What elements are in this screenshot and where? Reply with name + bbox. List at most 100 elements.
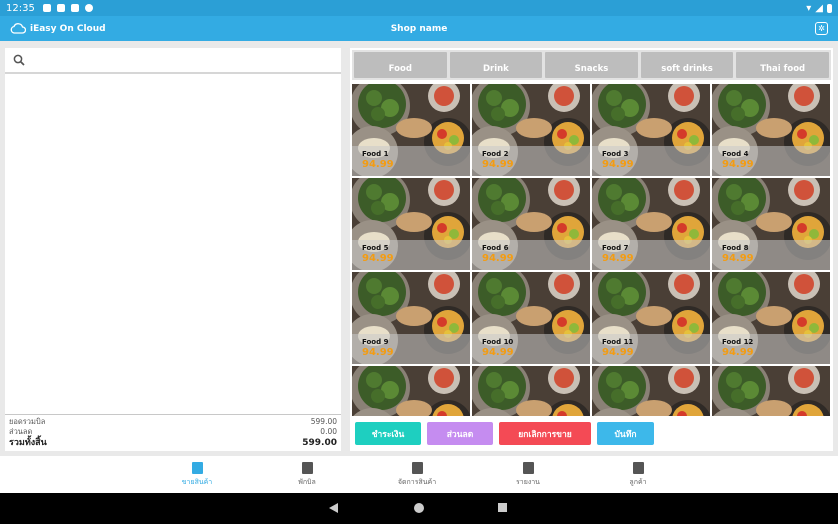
product-price: 94.99 <box>602 347 634 358</box>
nav-label: รายงาน <box>516 478 540 486</box>
product-price: 94.99 <box>362 347 394 358</box>
recent-apps-icon[interactable] <box>498 503 507 512</box>
product-tile[interactable]: Food 1 94.99 <box>352 84 470 176</box>
app-bar: iEasy On Cloud Shop name ✲ <box>0 16 838 41</box>
settings-icon[interactable]: ✲ <box>815 22 828 35</box>
product-label: Food 7 94.99 <box>592 240 710 270</box>
product-grid: Food 1 94.99 Food 2 94.99 Food 3 94.99 F… <box>352 84 831 416</box>
product-price: 94.99 <box>602 253 634 264</box>
customer-icon <box>632 462 644 474</box>
signal-icon: ◢ <box>815 2 823 14</box>
discount-label: ส่วนลด <box>9 427 33 436</box>
product-tile[interactable] <box>592 366 710 416</box>
product-price: 94.99 <box>362 253 394 264</box>
product-name: Food 2 <box>482 150 509 158</box>
brand-name: iEasy On Cloud <box>30 23 106 34</box>
grand-total-value: 599.00 <box>302 438 337 448</box>
brand: iEasy On Cloud <box>10 23 106 34</box>
product-label: Food 11 94.99 <box>592 334 710 364</box>
product-name: Food 10 <box>482 338 514 346</box>
category-tab[interactable]: Snacks <box>545 52 638 78</box>
category-tabs: Food Drink Snacks soft drinks Thai food <box>352 50 831 80</box>
subtotal-label: ยอดรวมบิล <box>9 417 46 426</box>
product-label: Food 3 94.99 <box>592 146 710 176</box>
cart-panel: ยอดรวมบิล 599.00 ส่วนลด 0.00 รวมทั้งสิ้น… <box>5 48 341 451</box>
product-price: 94.99 <box>482 253 514 264</box>
search-input[interactable] <box>31 54 333 66</box>
product-name: Food 9 <box>362 338 389 346</box>
product-tile[interactable] <box>472 366 590 416</box>
wifi-icon: ▾ <box>806 2 812 14</box>
pay-button[interactable]: ชำระเงิน <box>355 422 421 445</box>
status-bar: 12:35 ▾ ◢ <box>0 0 838 16</box>
totals: ยอดรวมบิล 599.00 ส่วนลด 0.00 รวมทั้งสิ้น… <box>5 414 341 451</box>
product-label: Food 9 94.99 <box>352 334 470 364</box>
product-label: Food 8 94.99 <box>712 240 830 270</box>
search-icon <box>13 54 25 66</box>
product-price: 94.99 <box>722 347 754 358</box>
product-price: 94.99 <box>722 253 754 264</box>
cloud-icon <box>10 23 26 34</box>
product-label: Food 12 94.99 <box>712 334 830 364</box>
nav-label: พักบิล <box>298 478 316 486</box>
food-image <box>352 366 470 416</box>
nav-label: ขายสินค้า <box>181 478 213 486</box>
nav-reports[interactable]: รายงาน <box>498 462 558 488</box>
discount-row: ส่วนลด 0.00 <box>9 427 337 437</box>
location-icon <box>42 4 51 12</box>
home-icon[interactable] <box>414 503 424 513</box>
product-tile[interactable]: Food 7 94.99 <box>592 178 710 270</box>
product-tile[interactable]: Food 6 94.99 <box>472 178 590 270</box>
product-tile[interactable]: Food 2 94.99 <box>472 84 590 176</box>
cancel-sale-button[interactable]: ยกเลิกการขาย <box>499 422 591 445</box>
nav-label: ลูกค้า <box>629 478 647 486</box>
product-price: 94.99 <box>482 347 514 358</box>
product-price: 94.99 <box>362 159 394 170</box>
discount-button[interactable]: ส่วนลด <box>427 422 493 445</box>
category-tab[interactable]: Drink <box>449 52 543 78</box>
subtotal-value: 599.00 <box>310 417 337 426</box>
product-tile[interactable]: Food 8 94.99 <box>712 178 830 270</box>
discount-value: 0.00 <box>320 427 337 436</box>
product-price: 94.99 <box>722 159 754 170</box>
product-tile[interactable] <box>712 366 830 416</box>
product-name: Food 12 <box>722 338 754 346</box>
product-price: 94.99 <box>602 159 634 170</box>
product-tile[interactable] <box>352 366 470 416</box>
category-tab[interactable]: soft drinks <box>640 52 734 78</box>
search-bar[interactable] <box>5 48 341 74</box>
product-price: 94.99 <box>482 159 514 170</box>
system-navigation <box>0 493 838 524</box>
action-buttons: ชำระเงิน ส่วนลด ยกเลิกการขาย บันทึก <box>355 422 654 445</box>
nav-sell[interactable]: ขายสินค้า <box>167 462 227 488</box>
product-label: Food 10 94.99 <box>472 334 590 364</box>
food-image <box>472 366 590 416</box>
nav-manage-products[interactable]: จัดการสินค้า <box>387 462 447 488</box>
product-tile[interactable]: Food 9 94.99 <box>352 272 470 364</box>
report-icon <box>522 462 534 474</box>
product-label: Food 1 94.99 <box>352 146 470 176</box>
product-label: Food 4 94.99 <box>712 146 830 176</box>
nav-hold-bill[interactable]: พักบิล <box>277 462 337 488</box>
save-button[interactable]: บันทึก <box>597 422 654 445</box>
back-icon[interactable] <box>329 503 338 513</box>
product-tile[interactable]: Food 11 94.99 <box>592 272 710 364</box>
sync-icon <box>84 4 93 12</box>
product-tile[interactable]: Food 10 94.99 <box>472 272 590 364</box>
product-name: Food 4 <box>722 150 749 158</box>
nav-label: จัดการสินค้า <box>397 478 437 486</box>
nav-customers[interactable]: ลูกค้า <box>608 462 668 488</box>
product-tile[interactable]: Food 4 94.99 <box>712 84 830 176</box>
product-tile[interactable]: Food 5 94.99 <box>352 178 470 270</box>
category-tab[interactable]: Food <box>354 52 447 78</box>
product-tile[interactable]: Food 12 94.99 <box>712 272 830 364</box>
category-tab[interactable]: Thai food <box>736 52 829 78</box>
product-name: Food 7 <box>602 244 629 252</box>
product-label: Food 5 94.99 <box>352 240 470 270</box>
grand-total-label: รวมทั้งสิ้น <box>9 438 47 448</box>
product-name: Food 5 <box>362 244 389 252</box>
subtotal-row: ยอดรวมบิล 599.00 <box>9 417 337 427</box>
status-right-icons: ▾ ◢ <box>806 3 832 14</box>
product-tile[interactable]: Food 3 94.99 <box>592 84 710 176</box>
product-label: Food 6 94.99 <box>472 240 590 270</box>
